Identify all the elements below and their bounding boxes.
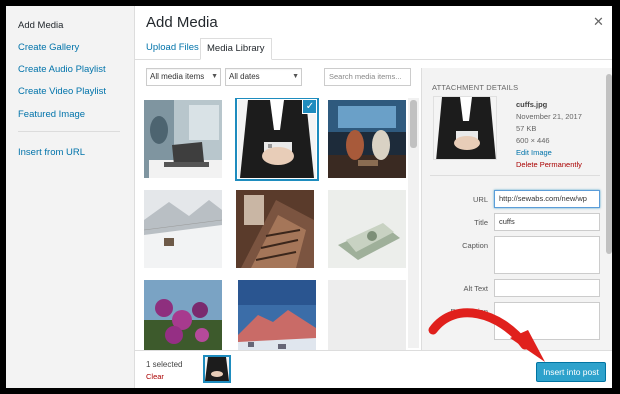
- edit-image-link[interactable]: Edit Image: [516, 148, 552, 157]
- chevron-down-icon: ▼: [292, 73, 299, 80]
- media-type-select[interactable]: All media items ▼: [146, 68, 221, 86]
- menu-item-add-media[interactable]: Add Media: [18, 20, 63, 31]
- tv-studio-photo: [328, 100, 406, 178]
- details-scrollbar-thumb[interactable]: [606, 74, 612, 254]
- menu-item-featured-image[interactable]: Featured Image: [18, 109, 85, 120]
- selection-thumbnail[interactable]: [203, 355, 231, 383]
- insert-into-post-button[interactable]: Insert into post: [536, 362, 606, 382]
- add-media-modal: Add Media Create Gallery Create Audio Pl…: [6, 6, 612, 388]
- attachment-filename: cuffs.jpg: [516, 100, 548, 109]
- money-photo: [328, 190, 406, 268]
- title-label: Title: [474, 218, 488, 227]
- media-thumb[interactable]: [144, 100, 222, 178]
- details-divider: [430, 175, 600, 176]
- media-thumb[interactable]: [144, 280, 222, 350]
- media-grid: ✓: [144, 98, 406, 350]
- attachment-size: 57 KB: [516, 124, 537, 133]
- menu-item-insert-from-url[interactable]: Insert from URL: [18, 147, 85, 158]
- attachment-details-panel: ATTACHMENT DETAILS cuffs.jpg November 21…: [421, 68, 612, 350]
- menu-divider: [18, 131, 120, 132]
- media-thumb-selected[interactable]: ✓: [235, 98, 319, 181]
- cuffs-mini-photo: [205, 357, 229, 381]
- attachment-dimensions: 600 × 446: [516, 136, 550, 145]
- media-thumb[interactable]: [328, 100, 406, 178]
- alt-text-field[interactable]: [494, 279, 600, 297]
- caption-field[interactable]: [494, 236, 600, 274]
- mountain-sunset-photo: [238, 280, 316, 350]
- media-menu: Add Media Create Gallery Create Audio Pl…: [6, 6, 135, 388]
- attachment-date: November 21, 2017: [516, 112, 582, 121]
- media-thumb[interactable]: [144, 190, 222, 268]
- laptop-photo: [144, 100, 222, 178]
- title-field[interactable]: cuffs: [494, 213, 600, 231]
- search-input[interactable]: Search media items...: [324, 68, 411, 86]
- snowy-mountain-photo: [144, 190, 222, 268]
- delete-permanently-link[interactable]: Delete Permanently: [516, 160, 582, 169]
- url-field[interactable]: http://sewabs.com/new/wp: [494, 190, 600, 208]
- cuffs-preview-photo: [434, 97, 496, 159]
- menu-item-create-gallery[interactable]: Create Gallery: [18, 42, 79, 53]
- media-thumb[interactable]: [236, 190, 314, 268]
- media-thumb[interactable]: [238, 280, 316, 350]
- attachment-details-heading: ATTACHMENT DETAILS: [432, 83, 519, 92]
- media-thumb[interactable]: [328, 190, 406, 268]
- chevron-down-icon: ▼: [211, 73, 218, 80]
- menu-item-create-video-playlist[interactable]: Create Video Playlist: [18, 86, 106, 97]
- media-toolbar-footer: 1 selected Clear Insert into post: [135, 350, 612, 388]
- tab-media-library[interactable]: Media Library: [200, 38, 272, 60]
- staircase-photo: [236, 190, 314, 268]
- close-icon[interactable]: ✕: [593, 14, 604, 30]
- caption-label: Caption: [462, 241, 488, 250]
- tab-upload-files[interactable]: Upload Files: [140, 38, 205, 60]
- date-value: All dates: [229, 72, 260, 81]
- attachment-preview: [433, 96, 497, 160]
- flowers-photo: [144, 280, 222, 350]
- url-label: URL: [472, 195, 488, 204]
- description-field[interactable]: [494, 302, 600, 340]
- checkmark-icon[interactable]: ✓: [302, 100, 316, 114]
- clear-selection-link[interactable]: Clear: [146, 372, 164, 381]
- modal-title: Add Media: [146, 14, 218, 31]
- media-type-value: All media items: [150, 72, 205, 81]
- alt-text-label: Alt Text: [463, 284, 488, 293]
- selection-count: 1 selected: [146, 360, 183, 369]
- media-thumb-placeholder[interactable]: [328, 280, 406, 350]
- menu-item-create-audio-playlist[interactable]: Create Audio Playlist: [18, 64, 106, 75]
- grid-scrollbar-thumb[interactable]: [410, 100, 417, 148]
- description-label: Description: [450, 307, 488, 316]
- date-select[interactable]: All dates ▼: [225, 68, 302, 86]
